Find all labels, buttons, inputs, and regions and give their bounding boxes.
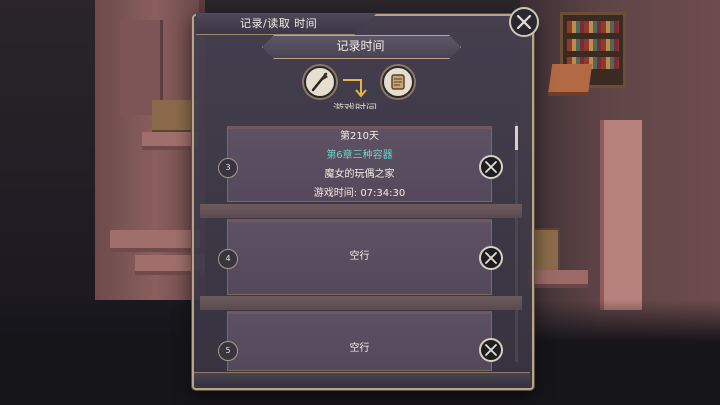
delete-slot-button[interactable] xyxy=(479,246,503,270)
close-icon xyxy=(481,157,501,177)
slot-divider xyxy=(200,204,522,218)
slot-location: 魔女的玩偶之家 xyxy=(324,169,395,180)
scrollbar-thumb[interactable] xyxy=(515,126,518,150)
delete-slot-button[interactable] xyxy=(479,338,503,362)
dialog-title: 记录/读取 时间 xyxy=(240,17,318,30)
right-pillar xyxy=(600,120,642,310)
slot-chapter: 第6章三种容器 xyxy=(326,150,393,161)
slot-empty-label: 空行 xyxy=(349,251,370,262)
mode-label: 游戏时间 xyxy=(333,102,377,109)
scroll-icon[interactable] xyxy=(382,66,414,98)
slot-play-time: 游戏时间: 07:34:30 xyxy=(313,188,406,199)
close-button[interactable] xyxy=(509,7,539,37)
close-icon xyxy=(511,9,537,35)
right-ledge xyxy=(528,270,588,288)
slot-day: 第210天 xyxy=(339,131,380,142)
ledge xyxy=(142,132,197,150)
slot-empty-label: 空行 xyxy=(349,343,370,354)
book-stack xyxy=(547,64,593,96)
desk xyxy=(152,100,197,134)
scrollbar-track[interactable] xyxy=(515,122,518,362)
arrow-icon xyxy=(343,79,367,98)
dialog-bottom-rim xyxy=(194,372,530,385)
header-title: 记录时间 xyxy=(336,39,385,53)
quill-icon[interactable] xyxy=(304,66,336,98)
slot-divider xyxy=(200,296,522,310)
stair-step xyxy=(110,230,200,252)
delete-slot-button[interactable] xyxy=(479,155,503,179)
close-icon xyxy=(481,248,501,268)
close-icon xyxy=(481,340,501,360)
